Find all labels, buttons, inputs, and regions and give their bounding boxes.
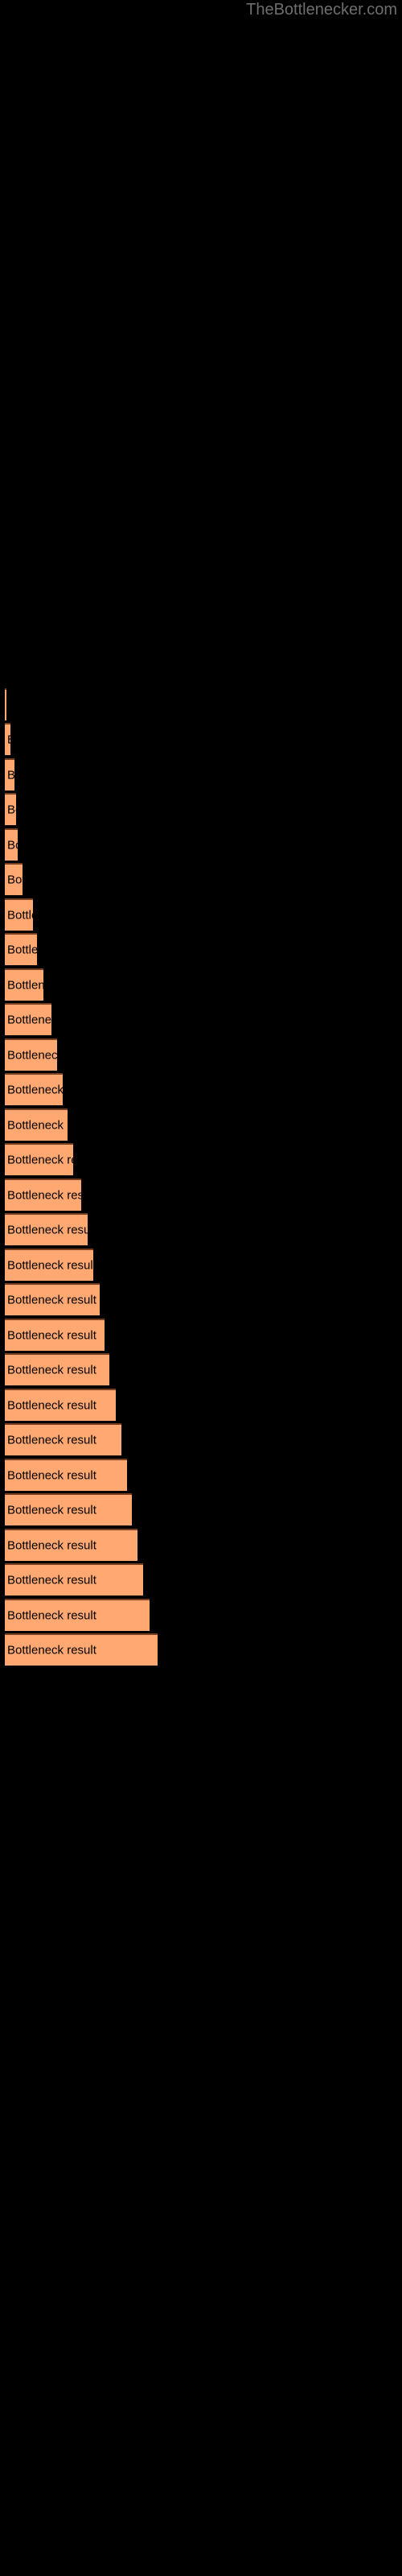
bar: Bottleneck result (5, 1319, 105, 1351)
bar: Bottleneck result (5, 1633, 158, 1666)
bar-row: Bottleneck result (5, 1529, 137, 1561)
bar-row: Bottleneck result (5, 1038, 57, 1071)
bar-row: Bottleneck result (5, 1003, 51, 1035)
bar-row: Bottleneck result (5, 898, 33, 931)
bar-row: Bottleneck result (5, 968, 43, 1001)
bar: Bottleneck result (5, 1213, 88, 1245)
bar-label: Bottleneck result (7, 1293, 96, 1307)
bar-row: Bottleneck result (5, 1073, 63, 1105)
bar: Bottleneck result (5, 828, 18, 861)
bar-label: Bottleneck result (7, 769, 14, 782)
bar-label: Bottleneck result (7, 873, 23, 887)
bar-row: Bottleneck result (5, 1493, 132, 1525)
bar: Bottleneck result (5, 758, 14, 791)
bar-row: Bottleneck result (5, 1633, 158, 1666)
bar-row: Bottleneck result (5, 828, 18, 861)
bar-row: Bottleneck result (5, 1563, 143, 1596)
bar-label: Bottleneck result (7, 1643, 96, 1657)
bar: Bottleneck result (5, 933, 37, 965)
bar: Bottleneck result (5, 1073, 63, 1105)
bar: Bottleneck result (5, 723, 10, 755)
bar: Bottleneck result (5, 1038, 57, 1071)
bar: Bottleneck result (5, 1563, 143, 1596)
bar-label: Bottleneck result (7, 1153, 73, 1167)
bar-row: Bottleneck result (5, 863, 23, 895)
bar-row: Bottleneck result (5, 1213, 88, 1245)
bar-label: Bottleneck result (7, 1118, 68, 1133)
bar-label: Bottleneck result (7, 1503, 96, 1517)
bar: Bottleneck result (5, 1003, 51, 1035)
bar: Bottleneck result (5, 1353, 109, 1385)
bar-row: Bottleneck result (5, 933, 37, 965)
bar-row: Bottleneck result (5, 1283, 100, 1315)
bar: Bottleneck result (5, 793, 16, 825)
bar-label: Bottleneck result (7, 1608, 96, 1623)
bar-label: Bottleneck result (7, 908, 33, 923)
bar-label: Bottleneck result (7, 1468, 96, 1483)
bar: Bottleneck result (5, 1493, 132, 1525)
bar-label: Bottleneck result (7, 1538, 96, 1553)
bar-row: Bottleneck result (5, 1599, 150, 1631)
bar-label: Bottleneck result (7, 1048, 57, 1063)
bar-label: Bottleneck result (7, 978, 43, 993)
bar-label: Bottleneck result (7, 1433, 96, 1447)
bar-label: Bottleneck result (7, 1188, 81, 1203)
bar: Bottleneck result (5, 968, 43, 1001)
bar: Bottleneck result (5, 863, 23, 895)
bar: Bottleneck result (5, 1108, 68, 1141)
bar-row: Bottleneck result (5, 758, 14, 791)
bar-label: Bottleneck result (7, 943, 37, 957)
bar-row: Bottleneck result (5, 1249, 93, 1281)
bar-row: Bottleneck result (5, 1353, 109, 1385)
bar-row: Bottleneck result (5, 1423, 121, 1455)
bar: Bottleneck result (5, 1529, 137, 1561)
bar-label: Bottleneck result (7, 1083, 63, 1097)
bar: Bottleneck result (5, 1249, 93, 1281)
bar-label: Bottleneck result (7, 733, 10, 747)
bar: Bottleneck result (5, 1599, 150, 1631)
bar-label: Bottleneck result (7, 1328, 96, 1343)
bar-label: Bottleneck result (7, 803, 16, 817)
bar: Bottleneck result (5, 1423, 121, 1455)
bar: Bottleneck result (5, 1179, 81, 1211)
bar: Bottleneck result (5, 1389, 116, 1421)
bar-label: Bottleneck result (7, 1398, 96, 1413)
bar-row: Bottleneck result (5, 1179, 81, 1211)
bar-row: Bottleneck result (5, 688, 6, 720)
bar-label: Bottleneck result (7, 1363, 96, 1377)
bar: Bottleneck result (5, 1459, 127, 1491)
bar: Bottleneck result (5, 688, 6, 720)
bar-row: Bottleneck result (5, 1389, 116, 1421)
bar-row: Bottleneck result (5, 1459, 127, 1491)
bar-label: Bottleneck result (7, 1223, 88, 1237)
bar-label: Bottleneck result (7, 1258, 93, 1273)
bar: Bottleneck result (5, 1143, 73, 1175)
bar-row: Bottleneck result (5, 1143, 73, 1175)
page-root: TheBottlenecker.com Bottleneck resultBot… (0, 0, 402, 2576)
bottleneck-bar-chart: Bottleneck result Bottleneck result Bottle… (0, 0, 402, 2576)
bar-row: Bottleneck result (5, 1108, 68, 1141)
bar-label: Bottleneck result (7, 838, 18, 852)
bar-label: Bottleneck result (7, 1013, 51, 1027)
bar-label: Bottleneck result (7, 1573, 96, 1587)
bar-row: Bottleneck result (5, 723, 10, 755)
bar: Bottleneck result (5, 898, 33, 931)
bar: Bottleneck result (5, 1283, 100, 1315)
bar-row: Bottleneck result (5, 793, 16, 825)
bar-row: Bottleneck result (5, 1319, 105, 1351)
